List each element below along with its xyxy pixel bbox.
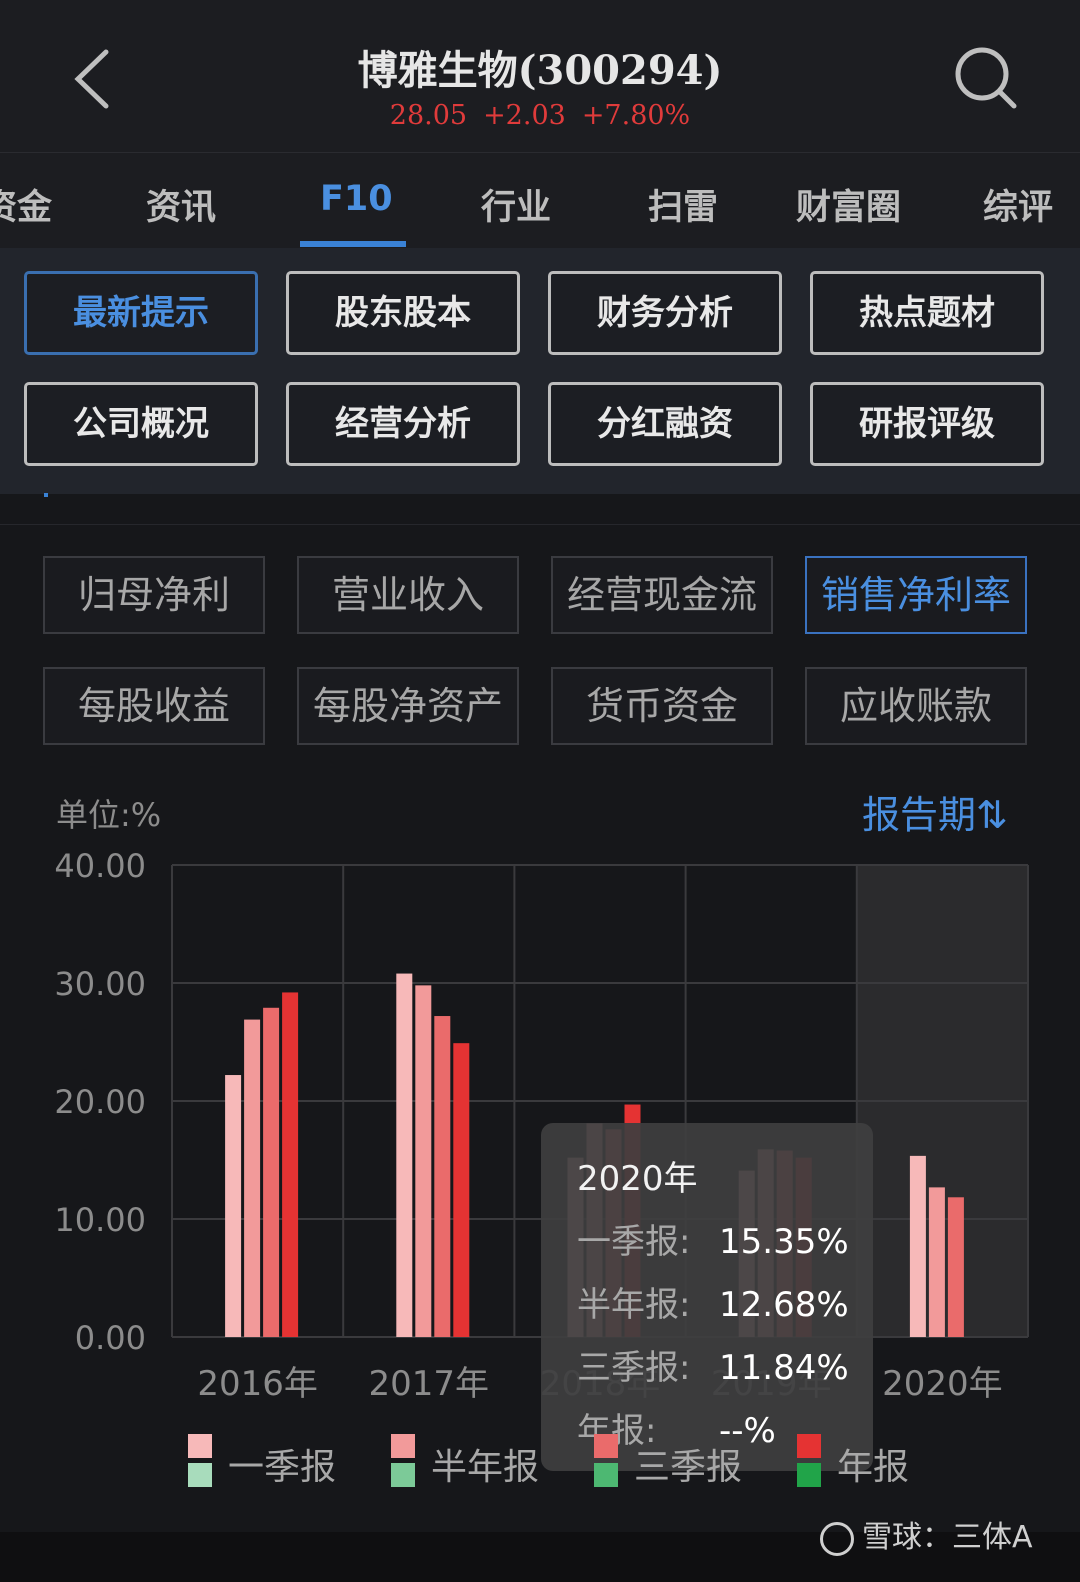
- bar: [263, 1007, 280, 1337]
- bar: [225, 1075, 242, 1337]
- f10-financial-analysis[interactable]: 财务分析: [548, 271, 782, 355]
- metric-operating-cashflow[interactable]: 经营现金流: [551, 556, 773, 634]
- legend-swatch-up: [594, 1434, 618, 1458]
- tab-news[interactable]: 资讯: [146, 179, 216, 230]
- tooltip-key: 三季报:: [577, 1348, 691, 1388]
- tooltip-key: 半年报:: [577, 1285, 691, 1325]
- f10-dividend-financing[interactable]: 分红融资: [548, 382, 782, 466]
- tab-bar: 资金 资讯 F10 行业 扫雷 财富圈 综评: [0, 152, 1080, 249]
- legend-swatch-up: [797, 1434, 821, 1458]
- f10-company-profile[interactable]: 公司概况: [24, 382, 258, 466]
- legend-label: 三季报: [634, 1447, 743, 1488]
- tooltip-value: 15.35%: [719, 1222, 849, 1262]
- f10-menu-grid: 最新提示 股东股本 财务分析 热点题材 公司概况 经营分析 分红融资 研报评级: [0, 248, 1080, 494]
- watermark: 雪球：三体A: [820, 1512, 1033, 1556]
- f10-hot-topics[interactable]: 热点题材: [810, 271, 1044, 355]
- divider: [0, 524, 1080, 525]
- legend-swatch-down: [594, 1463, 618, 1487]
- x-tick-label: 2020年: [882, 1364, 1003, 1404]
- stock-price: 28.05: [389, 100, 468, 131]
- y-tick-label: 40.00: [54, 847, 146, 885]
- legend-label: 一季报: [228, 1447, 337, 1488]
- price-change: +2.03: [483, 100, 566, 131]
- stock-quote: 28.05 +2.03 +7.80%: [0, 100, 1080, 131]
- tab-industry[interactable]: 行业: [481, 179, 551, 230]
- xueqiu-logo-icon: [820, 1521, 854, 1556]
- metric-cash[interactable]: 货币资金: [551, 667, 773, 745]
- watermark-text: 雪球：三体A: [862, 1520, 1033, 1555]
- bar: [434, 1016, 451, 1337]
- f10-latest-tips[interactable]: 最新提示: [24, 271, 258, 355]
- tooltip-row: 半年报: 12.68%: [577, 1277, 849, 1326]
- metric-net-margin[interactable]: 销售净利率: [805, 556, 1027, 634]
- unit-label: 单位:%: [56, 796, 162, 834]
- net-margin-chart: 0.0010.0020.0030.0040.002016年2017年2018年2…: [54, 847, 1029, 1404]
- bar: [453, 1043, 470, 1337]
- y-tick-label: 30.00: [54, 965, 146, 1003]
- tooltip-value: 11.84%: [719, 1348, 849, 1388]
- search-icon[interactable]: [952, 44, 1022, 114]
- y-tick-label: 20.00: [54, 1083, 146, 1121]
- tooltip-value: 12.68%: [719, 1285, 849, 1325]
- tab-risk-scan[interactable]: 扫雷: [648, 179, 718, 230]
- tooltip-title: 2020年: [577, 1159, 698, 1199]
- tab-funds[interactable]: 资金: [0, 179, 52, 230]
- top-bar: 博雅生物(300294) 28.05 +2.03 +7.80%: [0, 0, 1080, 152]
- x-tick-label: 2017年: [369, 1364, 490, 1404]
- legend-swatch-up: [391, 1434, 415, 1458]
- tooltip-row: 三季报: 11.84%: [577, 1340, 849, 1389]
- f10-operation-analysis[interactable]: 经营分析: [286, 382, 520, 466]
- metric-net-profit[interactable]: 归母净利: [43, 556, 265, 634]
- bar: [396, 973, 413, 1337]
- tab-underline: [300, 241, 406, 247]
- f10-research-rating[interactable]: 研报评级: [810, 382, 1044, 466]
- tab-overall-rating[interactable]: 综评: [983, 179, 1053, 230]
- tooltip-row: 一季报: 15.35%: [577, 1214, 849, 1263]
- y-tick-label: 0.00: [75, 1319, 146, 1357]
- metric-bvps[interactable]: 每股净资产: [297, 667, 519, 745]
- legend-swatch-down: [188, 1463, 212, 1487]
- report-period-sort[interactable]: 报告期⇅: [862, 784, 1008, 839]
- metric-eps[interactable]: 每股收益: [43, 667, 265, 745]
- legend-label: 年报: [837, 1447, 910, 1488]
- y-tick-label: 10.00: [54, 1201, 146, 1239]
- chart-tooltip: 2020年 一季报: 15.35% 半年报: 12.68% 三季报: 11.84% 年…: [541, 1123, 873, 1471]
- tab-f10[interactable]: F10: [320, 179, 393, 219]
- bar: [947, 1197, 964, 1337]
- metric-revenue[interactable]: 营业收入: [297, 556, 519, 634]
- bar: [282, 992, 299, 1337]
- metric-receivables[interactable]: 应收账款: [805, 667, 1027, 745]
- tab-wealth-circle[interactable]: 财富圈: [796, 179, 901, 230]
- legend-swatch-up: [188, 1434, 212, 1458]
- tooltip-key: 一季报:: [577, 1222, 691, 1262]
- bar: [928, 1187, 945, 1337]
- scroll-indicator: [44, 493, 48, 497]
- x-tick-label: 2016年: [197, 1364, 318, 1404]
- legend-swatch-down: [391, 1463, 415, 1487]
- stock-title: 博雅生物(300294): [357, 47, 723, 94]
- legend-label: 半年报: [431, 1447, 540, 1488]
- bar: [415, 985, 432, 1337]
- bar: [244, 1019, 261, 1337]
- legend-swatch-down: [797, 1463, 821, 1487]
- f10-shareholders[interactable]: 股东股本: [286, 271, 520, 355]
- price-change-pct: +7.80%: [581, 100, 691, 131]
- bar: [909, 1155, 926, 1337]
